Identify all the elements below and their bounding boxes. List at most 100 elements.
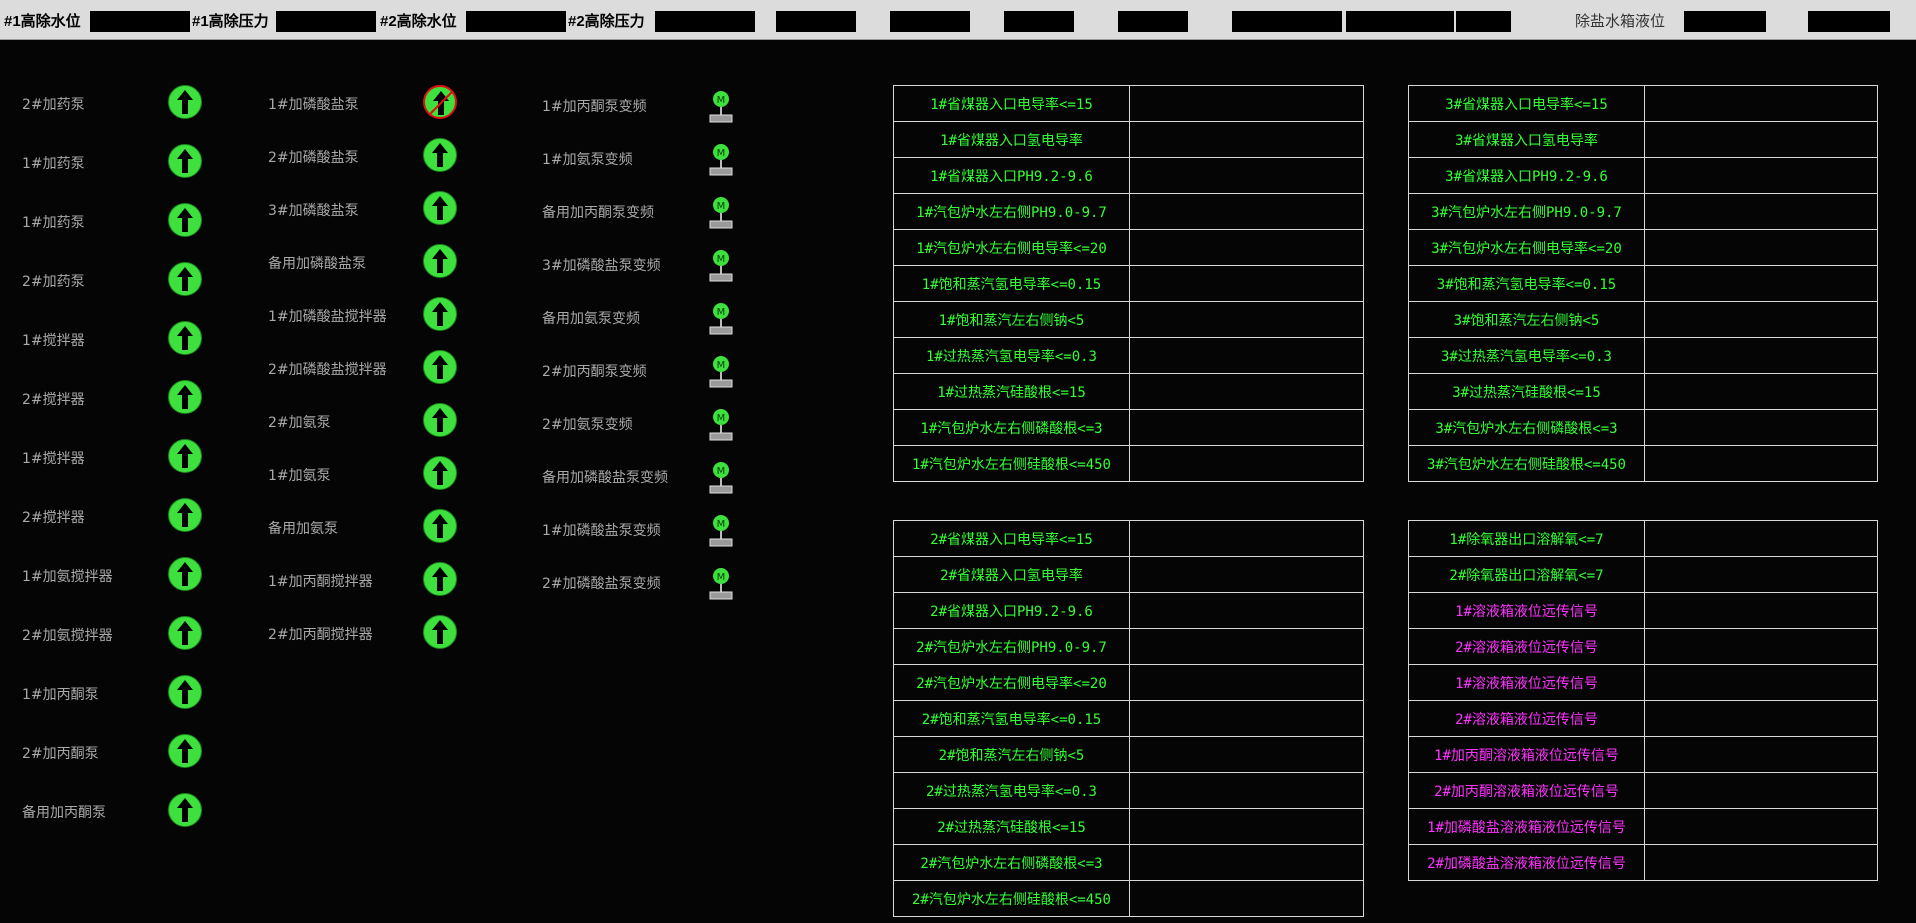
param-label: 1#除氧器出口溶解氧<=7	[1408, 520, 1645, 557]
param-value	[1644, 592, 1878, 629]
hp-deaerator1-level-label: #1高除水位	[4, 13, 81, 30]
param-table-deaerator-signals: 1#除氧器出口溶解氧<=7 2#除氧器出口溶解氧<=7 1#溶液箱液位远传信号 2#溶…	[1408, 520, 1878, 881]
table-row: 2#过热蒸汽氢电导率<=0.3	[893, 772, 1364, 809]
pump-status-icon[interactable]	[168, 85, 202, 119]
param-value	[1644, 445, 1878, 482]
pump-status-icon[interactable]	[168, 144, 202, 178]
motor-vfd-icon[interactable]: M	[708, 408, 734, 444]
param-value	[1129, 592, 1364, 629]
param-value	[1644, 808, 1878, 845]
table-row: 3#汽包炉水左右侧硅酸根<=450	[1408, 445, 1878, 482]
table-row: 3#省煤器入口PH9.2-9.6	[1408, 157, 1878, 194]
param-value	[1644, 409, 1878, 446]
motor-vfd-icon[interactable]: M	[708, 143, 734, 179]
param-value	[1129, 85, 1364, 122]
status-box	[1232, 11, 1342, 32]
pump-status-icon[interactable]	[423, 562, 457, 596]
param-value	[1644, 844, 1878, 881]
pump-status-icon[interactable]	[168, 262, 202, 296]
pump-status-icon[interactable]	[423, 350, 457, 384]
param-label: 1#溶液箱液位远传信号	[1408, 592, 1645, 629]
pump-status-icon[interactable]	[423, 191, 457, 225]
param-label: 2#汽包炉水左右侧硅酸根<=450	[893, 880, 1130, 917]
param-value	[1644, 736, 1878, 773]
param-value	[1129, 700, 1364, 737]
table-row: 2#汽包炉水左右侧电导率<=20	[893, 664, 1364, 701]
hp-deaerator2-pressure-value	[655, 11, 755, 32]
vfd-label: 2#加丙酮泵变频	[542, 364, 647, 380]
table-row: 3#过热蒸汽氢电导率<=0.3	[1408, 337, 1878, 374]
param-value	[1644, 193, 1878, 230]
param-label: 2#加磷酸盐溶液箱液位远传信号	[1408, 844, 1645, 881]
pump-status-icon[interactable]	[423, 138, 457, 172]
motor-letter: M	[717, 413, 726, 424]
pump-status-icon[interactable]	[168, 734, 202, 768]
motor-vfd-icon[interactable]: M	[708, 302, 734, 338]
param-value	[1644, 85, 1878, 122]
table-row: 1#溶液箱液位远传信号	[1408, 592, 1878, 629]
pump-status-icon[interactable]	[168, 498, 202, 532]
param-value	[1129, 229, 1364, 266]
table-row: 1#溶液箱液位远传信号	[1408, 664, 1878, 701]
motor-vfd-icon[interactable]: M	[708, 90, 734, 126]
motor-vfd-icon[interactable]: M	[708, 461, 734, 497]
pump-label: 1#加药泵	[22, 156, 85, 172]
param-label: 2#过热蒸汽氢电导率<=0.3	[893, 772, 1130, 809]
motor-vfd-icon[interactable]: M	[708, 249, 734, 285]
hp-deaerator2-pressure-label: #2高除压力	[568, 13, 645, 30]
pump-label: 2#加氨泵	[268, 415, 331, 431]
pump-status-icon[interactable]	[423, 85, 457, 119]
param-label: 1#加磷酸盐溶液箱液位远传信号	[1408, 808, 1645, 845]
param-value	[1129, 265, 1364, 302]
pump-label: 2#搅拌器	[22, 510, 85, 526]
pump-label: 2#加丙酮搅拌器	[268, 627, 373, 643]
motor-vfd-icon[interactable]: M	[708, 196, 734, 232]
param-value	[1129, 121, 1364, 158]
pump-status-icon[interactable]	[168, 557, 202, 591]
param-label: 1#过热蒸汽硅酸根<=15	[893, 373, 1130, 410]
vfd-label: 1#加丙酮泵变频	[542, 99, 647, 115]
param-label: 2#溶液箱液位远传信号	[1408, 700, 1645, 737]
pump-status-icon[interactable]	[423, 403, 457, 437]
pump-status-icon[interactable]	[168, 321, 202, 355]
pump-status-icon[interactable]	[168, 439, 202, 473]
table-row: 3#过热蒸汽硅酸根<=15	[1408, 373, 1878, 410]
param-label: 2#省煤器入口PH9.2-9.6	[893, 592, 1130, 629]
param-label: 2#汽包炉水左右侧PH9.0-9.7	[893, 628, 1130, 665]
table-row: 1#饱和蒸汽左右侧钠<5	[893, 301, 1364, 338]
param-label: 1#省煤器入口PH9.2-9.6	[893, 157, 1130, 194]
pump-status-icon[interactable]	[423, 615, 457, 649]
demin-tank-level-label: 除盐水箱液位	[1575, 13, 1666, 30]
param-value	[1129, 409, 1364, 446]
table-row: 3#汽包炉水左右侧PH9.0-9.7	[1408, 193, 1878, 230]
motor-vfd-icon[interactable]: M	[708, 355, 734, 391]
param-label: 2#过热蒸汽硅酸根<=15	[893, 808, 1130, 845]
pump-status-icon[interactable]	[168, 616, 202, 650]
hp-deaerator1-pressure-label: #1高除压力	[192, 13, 269, 30]
pump-status-icon[interactable]	[423, 509, 457, 543]
pump-status-icon[interactable]	[423, 297, 457, 331]
pump-status-icon[interactable]	[168, 203, 202, 237]
table-row: 2#省煤器入口氢电导率	[893, 556, 1364, 593]
param-label: 3#省煤器入口电导率<=15	[1408, 85, 1645, 122]
pump-status-icon[interactable]	[423, 244, 457, 278]
param-label: 3#过热蒸汽氢电导率<=0.3	[1408, 337, 1645, 374]
motor-vfd-icon[interactable]: M	[708, 514, 734, 550]
pump-status-icon[interactable]	[168, 675, 202, 709]
table-row: 1#汽包炉水左右侧电导率<=20	[893, 229, 1364, 266]
pump-label: 1#加磷酸盐搅拌器	[268, 309, 387, 325]
motor-vfd-icon[interactable]: M	[708, 567, 734, 603]
pump-status-icon[interactable]	[168, 793, 202, 827]
param-table-boiler3: 3#省煤器入口电导率<=15 3#省煤器入口氢电导率 3#省煤器入口PH9.2-9.…	[1408, 85, 1878, 482]
pump-status-icon[interactable]	[168, 380, 202, 414]
param-value	[1129, 844, 1364, 881]
pump-status-icon[interactable]	[423, 456, 457, 490]
table-row: 1#加磷酸盐溶液箱液位远传信号	[1408, 808, 1878, 845]
pump-label: 1#加氨泵	[268, 468, 331, 484]
table-row: 3#汽包炉水左右侧电导率<=20	[1408, 229, 1878, 266]
param-value	[1129, 157, 1364, 194]
table-row: 2#溶液箱液位远传信号	[1408, 628, 1878, 665]
vfd-label: 2#加磷酸盐泵变频	[542, 576, 661, 592]
status-box	[890, 11, 970, 32]
param-label: 1#汽包炉水左右侧磷酸根<=3	[893, 409, 1130, 446]
